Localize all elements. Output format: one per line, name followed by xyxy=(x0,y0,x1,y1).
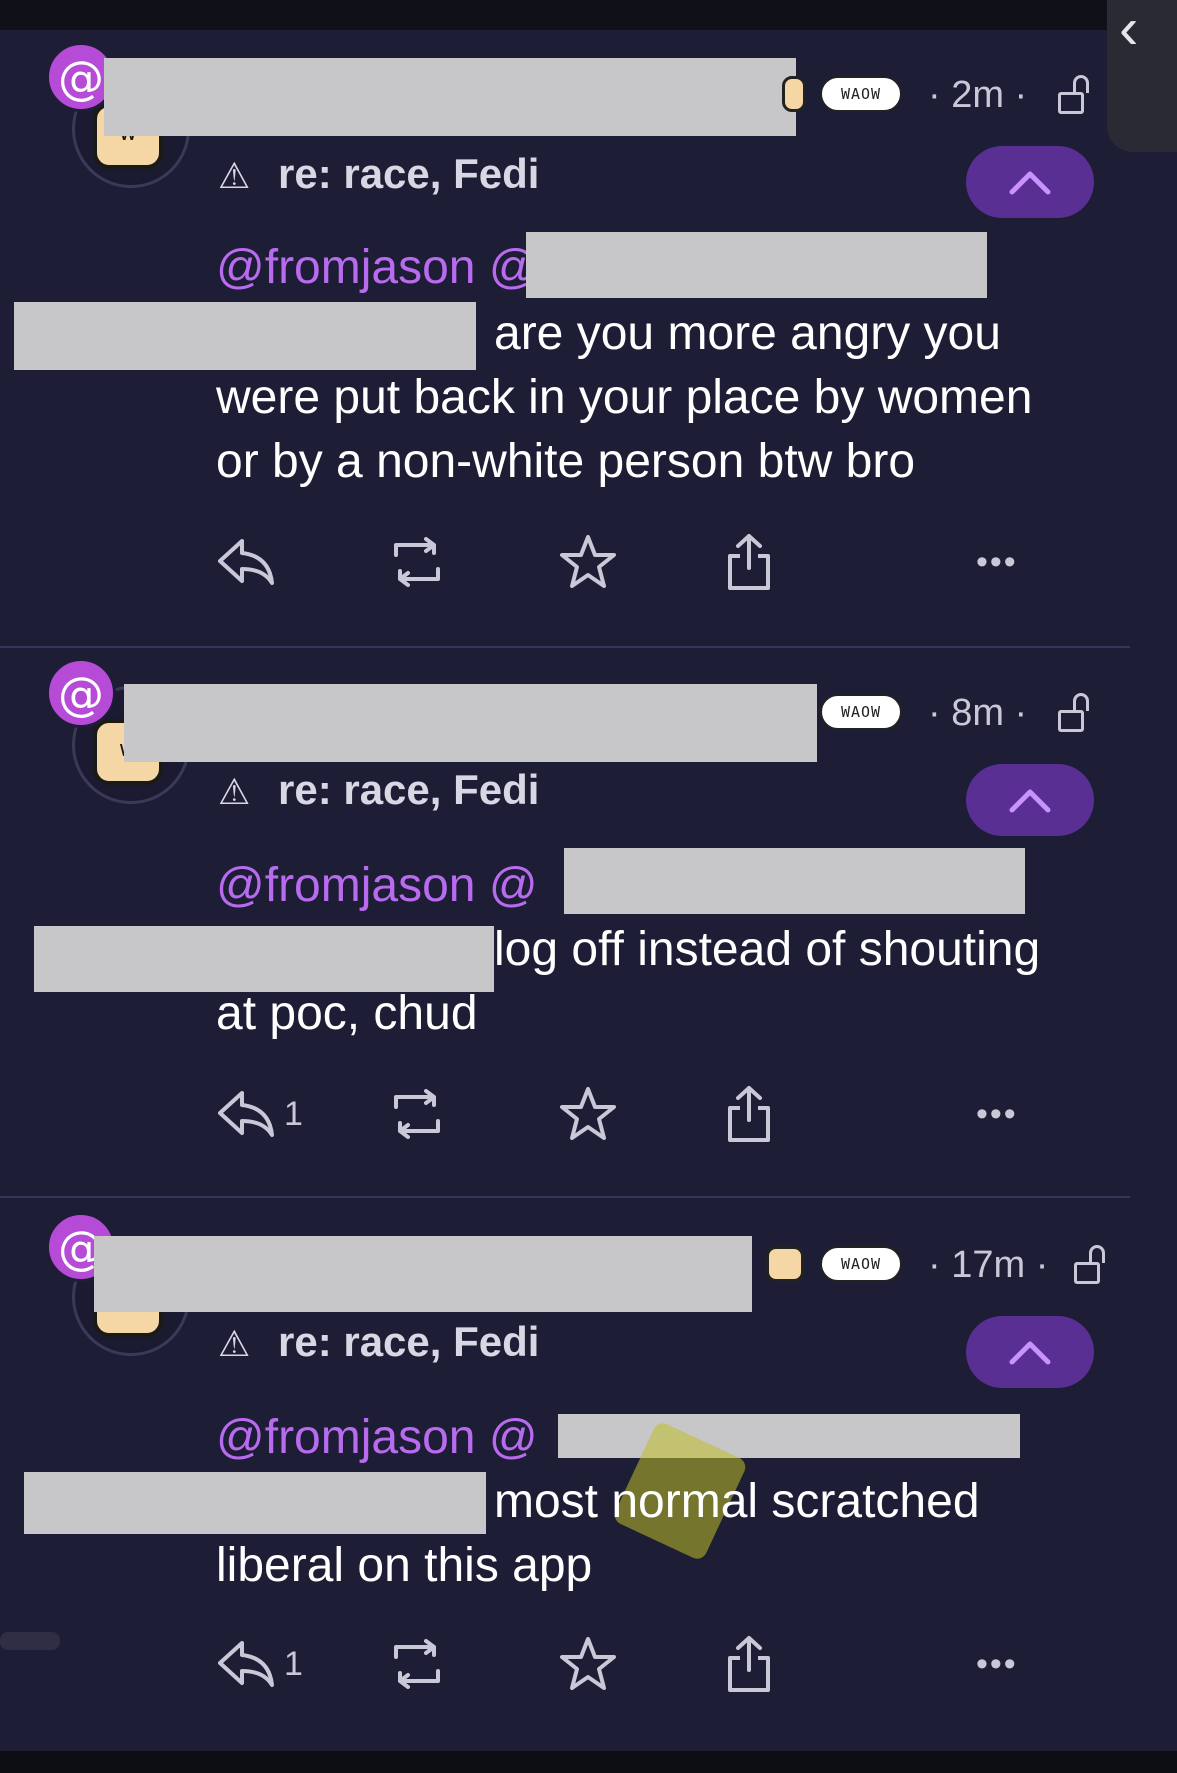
content-warning-text: re: race, Fedi xyxy=(278,1318,540,1365)
post-actions: 1 ••• xyxy=(0,1634,1130,1694)
redacted-mention-handle xyxy=(564,848,1025,914)
share-button[interactable] xyxy=(724,532,774,592)
star-icon xyxy=(560,1087,616,1140)
post-text-line: are you more angry you xyxy=(494,307,1001,360)
boost-button[interactable] xyxy=(384,532,450,592)
boost-button[interactable] xyxy=(384,1634,450,1694)
reply-icon xyxy=(218,1641,274,1687)
post-actions: ••• xyxy=(0,532,1130,592)
redacted-display-name xyxy=(104,58,796,136)
content-warning: ⚠ re: race, Fedi xyxy=(218,150,539,198)
mention-link[interactable]: @fromjason @ xyxy=(216,240,538,295)
favourite-button[interactable] xyxy=(558,1084,618,1144)
post-text-line: most normal scratched xyxy=(494,1475,980,1528)
reply-button[interactable]: 1 xyxy=(216,1634,303,1694)
boost-icon xyxy=(394,1639,440,1689)
favourite-button[interactable] xyxy=(558,1634,618,1694)
share-icon xyxy=(728,1086,770,1142)
collapse-cw-button[interactable] xyxy=(966,764,1094,836)
boost-icon xyxy=(394,537,440,587)
reply-button[interactable] xyxy=(216,532,284,592)
share-button[interactable] xyxy=(724,1084,774,1144)
star-icon xyxy=(560,535,616,588)
chevron-up-icon xyxy=(1009,1341,1051,1365)
post-divider xyxy=(0,646,1130,648)
post-text-line: or by a non-white person btw bro xyxy=(216,435,916,488)
top-bar xyxy=(0,0,1177,30)
chevron-up-icon xyxy=(1009,171,1051,195)
post-actions: 1 ••• xyxy=(0,1084,1130,1144)
chevron-left-icon: ‹ xyxy=(1119,0,1139,61)
mention-link[interactable]: @fromjason @ xyxy=(216,858,538,913)
unlock-icon xyxy=(1074,1245,1105,1284)
post-text-line: at poc, chud xyxy=(216,987,478,1040)
custom-emoji-waow-icon: WAOW xyxy=(820,76,902,112)
star-icon xyxy=(560,1637,616,1690)
redacted-mention-handle xyxy=(14,302,476,370)
warning-icon: ⚠ xyxy=(218,1324,251,1365)
redacted-mention-handle xyxy=(34,926,494,992)
redacted-mention-handle xyxy=(526,232,987,298)
boost-button[interactable] xyxy=(384,1084,450,1144)
bottom-bar xyxy=(0,1751,1177,1773)
warning-icon: ⚠ xyxy=(218,156,251,197)
custom-emoji-face-icon xyxy=(782,76,806,112)
content-warning: ⚠ re: race, Fedi xyxy=(218,766,539,814)
chevron-up-icon xyxy=(1009,789,1051,813)
redacted-mention-handle xyxy=(24,1472,486,1534)
reply-count: 1 xyxy=(284,1094,303,1133)
more-options-button[interactable]: ••• xyxy=(976,532,1018,592)
boost-icon xyxy=(394,1089,440,1139)
more-icon: ••• xyxy=(976,542,1018,581)
collapse-cw-button[interactable] xyxy=(966,1316,1094,1388)
post-time[interactable]: · 17m · xyxy=(928,1244,1048,1287)
content-warning-text: re: race, Fedi xyxy=(278,766,540,813)
redacted-mention-handle xyxy=(558,1414,1020,1458)
unlock-icon xyxy=(1058,693,1089,732)
custom-emoji-waow-icon: WAOW xyxy=(820,694,902,730)
more-options-button[interactable]: ••• xyxy=(976,1084,1018,1144)
post-text-line: liberal on this app xyxy=(216,1539,593,1592)
collapse-cw-button[interactable] xyxy=(966,146,1094,218)
mention-badge-icon: @ xyxy=(46,658,116,728)
custom-emoji-waow-icon: WAOW xyxy=(820,1246,902,1282)
post-divider xyxy=(0,1196,1130,1198)
share-icon xyxy=(728,1636,770,1692)
reply-icon xyxy=(218,1091,274,1137)
mention-link[interactable]: @fromjason @ xyxy=(216,1410,538,1465)
side-panel-handle[interactable]: ‹ xyxy=(1107,0,1177,152)
more-icon: ••• xyxy=(976,1644,1018,1683)
share-button[interactable] xyxy=(724,1634,774,1694)
redacted-display-name xyxy=(124,684,817,762)
reply-icon xyxy=(218,539,274,585)
unlock-icon xyxy=(1058,75,1089,114)
content-warning-text: re: race, Fedi xyxy=(278,150,540,197)
more-options-button[interactable]: ••• xyxy=(976,1634,1018,1694)
post-time[interactable]: · 8m · xyxy=(928,692,1027,735)
more-icon: ••• xyxy=(976,1094,1018,1133)
reply-button[interactable]: 1 xyxy=(216,1084,303,1144)
warning-icon: ⚠ xyxy=(218,772,251,813)
post-text-line: log off instead of shouting xyxy=(494,923,1041,976)
post-time[interactable]: · 2m · xyxy=(928,74,1027,117)
favourite-button[interactable] xyxy=(558,532,618,592)
share-icon xyxy=(728,534,770,590)
reply-count: 1 xyxy=(284,1644,303,1683)
custom-emoji-face-icon xyxy=(766,1246,804,1282)
post-text-line: were put back in your place by women xyxy=(216,371,1033,424)
redacted-display-name xyxy=(94,1236,752,1312)
content-warning: ⚠ re: race, Fedi xyxy=(218,1318,539,1366)
